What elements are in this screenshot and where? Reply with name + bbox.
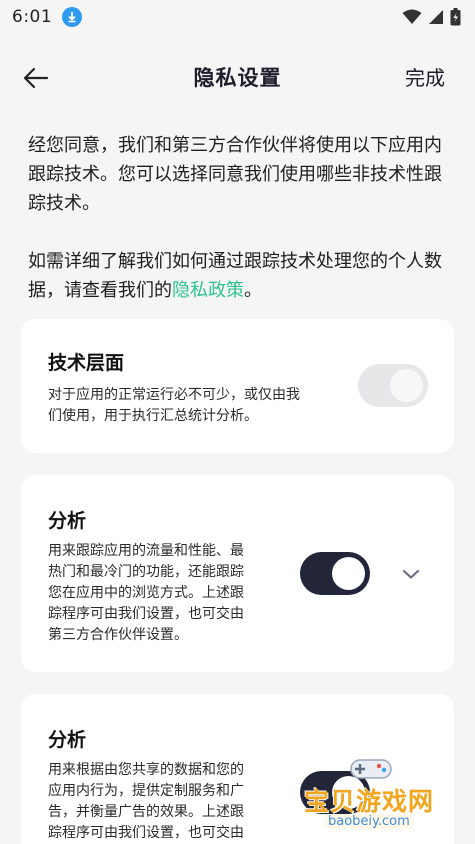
app-header: 隐私设置 完成 [0, 52, 475, 102]
card-description: 用来跟踪应用的流量和性能、最 热门和最冷门的功能，还能跟踪 您在应用中的浏览方式… [48, 541, 244, 646]
intro-paragraph-1: 经您同意，我们和第三方合作伙伴将使用以下应用内跟踪技术。您可以选择同意我们使用哪… [28, 135, 442, 214]
wifi-icon [402, 9, 422, 24]
watermark-logo: 宝贝游戏网 baobeiy.com [300, 752, 460, 844]
gamepad-icon [350, 759, 392, 779]
download-icon [62, 7, 83, 27]
intro-paragraph-2-end: 。 [244, 280, 262, 301]
back-button[interactable] [20, 62, 52, 94]
card-description-line: 您在应用中的浏览方式。上述跟 [48, 585, 244, 601]
card-description: 用来根据由您共享的数据和您的 应用内行为，提供定制服务和广 告，并衡量广告的效果… [48, 760, 244, 844]
card-title: 分析 [48, 510, 87, 532]
card-description: 对于应用的正常运行必不可少，或仅由我 们使用，用于执行汇总统计分析。 [48, 385, 300, 427]
card-description-line: 应用内行为，提供定制服务和广 [48, 783, 244, 799]
back-arrow-icon [23, 67, 49, 89]
battery-icon [450, 8, 461, 26]
expand-chevron[interactable] [399, 562, 423, 586]
card-description-line: 踪程序可由我们设置，也可交由 [48, 606, 244, 622]
technical-toggle[interactable] [358, 364, 428, 407]
card-description-line: 们使用，用于执行汇总统计分析。 [48, 408, 258, 424]
status-icons [402, 8, 461, 26]
card-title: 技术层面 [48, 352, 125, 374]
intro-text: 经您同意，我们和第三方合作伙伴将使用以下应用内跟踪技术。您可以选择同意我们使用哪… [28, 131, 453, 305]
card-description-line: 告，并衡量广告的效果。上述跟 [48, 804, 244, 820]
card-description-line: 用来跟踪应用的流量和性能、最 [48, 543, 244, 559]
watermark-url: baobeiy.com [324, 814, 414, 829]
status-bar: 6:01 [0, 0, 475, 34]
consent-card-analytics: 分析 用来跟踪应用的流量和性能、最 热门和最冷门的功能，还能跟踪 您在应用中的浏… [21, 475, 454, 672]
watermark-text: 宝贝游戏网 [304, 787, 435, 816]
intro-paragraph-2: 如需详细了解我们如何通过跟踪技术处理您的个人数据，请查看我们的隐私政策。 [28, 247, 453, 305]
privacy-policy-link[interactable]: 隐私政策 [172, 280, 244, 301]
card-description-line: 第三方合作伙伴设置。 [48, 627, 188, 643]
chevron-down-icon [402, 569, 420, 579]
card-description-line: 用来根据由您共享的数据和您的 [48, 762, 244, 778]
toggle-knob [332, 557, 365, 590]
done-button[interactable]: 完成 [405, 62, 445, 91]
signal-icon [429, 10, 443, 24]
card-description-line: 踪程序可由我们设置，也可交由 [48, 825, 244, 841]
toggle-knob [390, 369, 423, 402]
card-description-line: 对于应用的正常运行必不可少，或仅由我 [48, 387, 300, 403]
page-title: 隐私设置 [193, 66, 282, 90]
status-time: 6:01 [12, 7, 53, 27]
consent-card-technical: 技术层面 对于应用的正常运行必不可少，或仅由我 们使用，用于执行汇总统计分析。 [21, 319, 454, 453]
card-description-line: 热门和最冷门的功能，还能跟踪 [48, 564, 244, 580]
analytics-toggle[interactable] [300, 552, 370, 595]
card-title: 分析 [48, 729, 87, 751]
